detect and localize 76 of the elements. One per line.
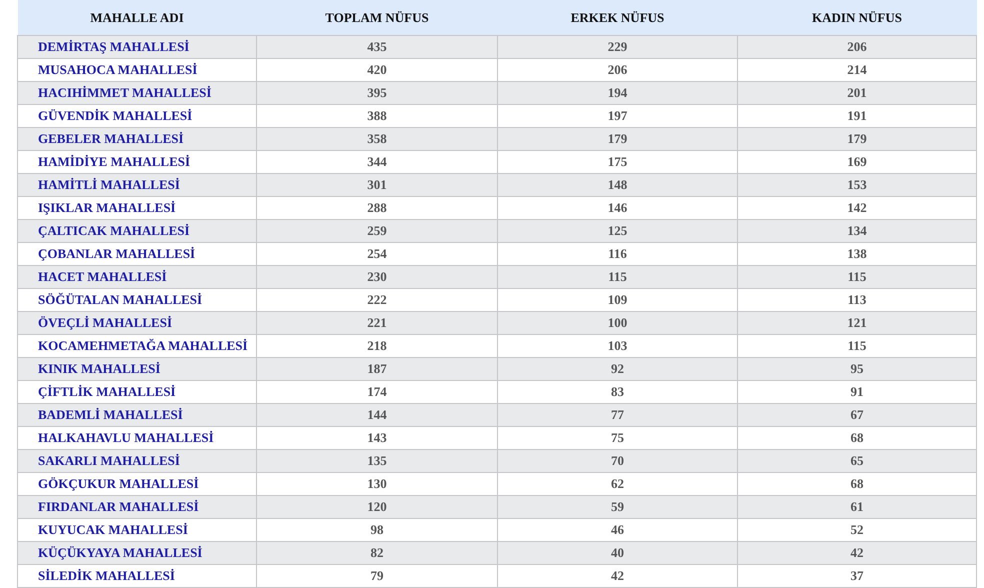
population-cell: 59 [611,498,624,514]
population-cell: 344 [367,154,387,168]
population-cell: 134 [847,222,867,238]
population-cell: 254 [367,246,387,260]
population-cell: 109 [608,292,628,306]
population-cell: 358 [367,130,387,146]
population-cell: 229 [608,38,628,54]
population-cell: 179 [608,130,628,146]
population-cell: 169 [847,154,867,168]
population-cell: 91 [850,384,864,398]
population-cell: 115 [608,268,627,284]
population-cell: 201 [847,84,867,100]
population-cell: 175 [608,154,628,168]
population-cell: 113 [848,292,866,306]
population-cell: 148 [608,176,628,192]
population-cell: 103 [608,338,628,352]
population-cell: 301 [367,176,387,192]
population-cell: 206 [608,62,628,76]
population-cell: 142 [847,200,867,214]
population-cell: 130 [367,476,387,490]
population-cell: 82 [370,544,384,560]
population-cell: 179 [847,130,867,146]
population-cell: 62 [611,476,624,490]
population-cell: 95 [850,360,864,376]
population-cell: 120 [367,498,387,514]
population-cell: 42 [850,544,864,560]
population-cell: 115 [848,268,866,284]
population-cell: 146 [608,200,628,214]
population-cell: 68 [850,476,864,490]
population-cell: 288 [367,200,387,214]
population-cell: 115 [848,338,866,352]
population-cell: 116 [608,246,627,260]
column-header: KADIN NÜFUS [812,10,902,24]
population-cell: 221 [367,314,387,330]
column-header: MAHALLE ADI [90,10,184,24]
population-cell: 100 [608,314,628,330]
column-header: ERKEK NÜFUS [570,10,664,24]
population-cell: 121 [847,314,867,330]
population-cell: 70 [611,452,624,468]
population-cell: 143 [367,430,387,444]
population-cell: 144 [367,406,387,422]
population-cell: 52 [850,522,864,536]
population-cell: 214 [847,62,867,76]
population-cell: 174 [367,384,387,398]
population-cell: 65 [850,452,864,468]
population-cell: 194 [608,84,628,100]
population-cell: 388 [367,108,387,122]
population-cell: 98 [370,522,384,536]
population-cell: 191 [847,108,867,122]
population-cell: 75 [611,430,624,444]
population-cell: 77 [611,406,624,422]
population-cell: 40 [611,544,624,560]
population-cell: 395 [367,84,387,100]
population-cell: 125 [608,222,628,238]
population-cell: 222 [367,292,387,306]
population-cell: 79 [370,568,384,582]
population-cell: 435 [367,38,387,54]
population-cell: 135 [367,452,387,468]
population-cell: 83 [611,384,624,398]
population-cell: 420 [367,62,387,76]
population-cell: 197 [608,108,628,122]
population-cell: 206 [847,38,867,54]
population-cell: 61 [850,498,864,514]
population-cell: 92 [611,360,624,376]
population-cell: 230 [367,268,387,284]
population-cell: 68 [850,430,864,444]
population-cell: 153 [847,176,867,192]
population-cell: 218 [367,338,387,352]
population-cell: 187 [367,360,387,376]
population-cell: 46 [611,522,624,536]
population-cell: 138 [847,246,867,260]
population-cell: 42 [611,568,624,582]
population-cell: 259 [367,222,387,238]
column-header: TOPLAM NÜFUS [325,10,429,24]
population-cell: 37 [850,568,864,582]
population-cell: 67 [850,406,864,422]
